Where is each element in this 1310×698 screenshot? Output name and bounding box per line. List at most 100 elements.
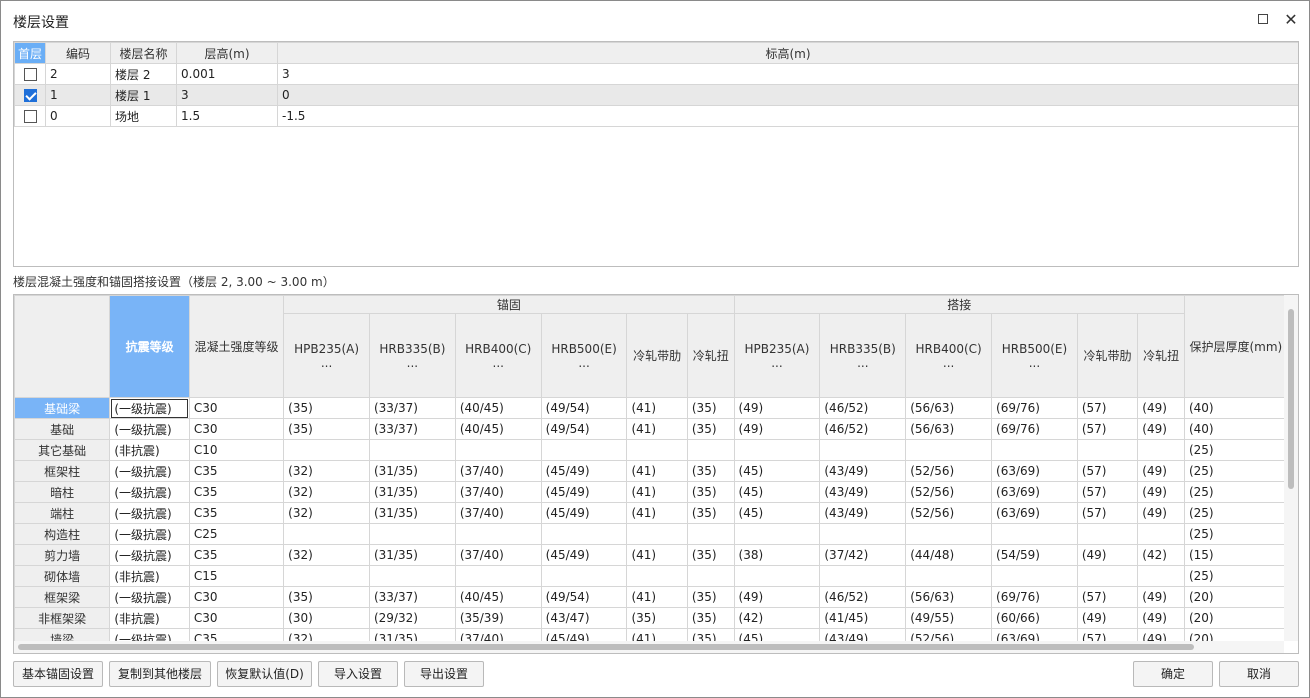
anchor-value-cell[interactable]: (49/54) — [540, 586, 628, 608]
copy-to-other-floors-button[interactable]: 复制到其他楼层 — [109, 661, 211, 687]
lap-value-cell[interactable]: (52/56) — [905, 481, 993, 503]
lap-value-cell[interactable]: (45) — [733, 460, 821, 482]
lap-value-cell[interactable] — [1076, 523, 1139, 545]
expand-ellipsis[interactable]: ... — [994, 356, 1075, 370]
lap-value-cell[interactable]: (57) — [1076, 418, 1139, 440]
lap-value-cell[interactable]: (57) — [1076, 502, 1139, 524]
anchor-value-cell[interactable]: (35) — [283, 418, 370, 440]
concrete-grade-cell[interactable]: C35 — [188, 628, 285, 641]
lap-value-cell[interactable]: (49) — [1137, 460, 1185, 482]
ok-button[interactable]: 确定 — [1133, 661, 1213, 687]
anchor-value-cell[interactable]: (31/35) — [368, 544, 456, 566]
anchor-value-cell[interactable] — [368, 565, 456, 587]
lap-value-cell[interactable]: (57) — [1076, 397, 1139, 419]
anchor-value-cell[interactable]: (31/35) — [368, 460, 456, 482]
anchor-value-cell[interactable]: (35) — [686, 628, 735, 641]
cover-thickness-cell[interactable]: (25) — [1183, 439, 1284, 461]
anchor-value-cell[interactable] — [686, 523, 735, 545]
anchor-value-cell[interactable]: (40/45) — [454, 397, 542, 419]
lap-value-cell[interactable]: (43/49) — [819, 481, 907, 503]
expand-ellipsis[interactable]: ... — [458, 356, 539, 370]
expand-ellipsis[interactable]: ... — [286, 356, 367, 370]
lap-value-cell[interactable]: (49) — [1137, 397, 1185, 419]
anchor-value-cell[interactable] — [368, 439, 456, 461]
lap-value-cell[interactable]: (42) — [733, 607, 821, 629]
lap-value-cell[interactable]: (56/63) — [905, 586, 993, 608]
floor-elevation-cell[interactable]: -1.5 — [277, 105, 1298, 127]
concrete-grade-cell[interactable]: C35 — [188, 544, 285, 566]
cover-thickness-cell[interactable]: (40) — [1183, 397, 1284, 419]
lap-value-cell[interactable]: (37/42) — [819, 544, 907, 566]
anchor-value-cell[interactable]: (35) — [283, 397, 370, 419]
anchor-value-cell[interactable]: (41) — [626, 586, 688, 608]
concrete-grade-cell[interactable]: C30 — [188, 607, 285, 629]
anchor-value-cell[interactable]: (31/35) — [368, 502, 456, 524]
lap-value-cell[interactable]: (49) — [1137, 628, 1185, 641]
anchor-value-cell[interactable]: (32) — [283, 502, 370, 524]
seismic-grade-cell[interactable]: (一级抗震) — [109, 460, 190, 482]
lap-value-cell[interactable] — [1076, 439, 1139, 461]
cover-thickness-cell[interactable]: (15) — [1183, 544, 1284, 566]
seismic-grade-cell[interactable]: (非抗震) — [109, 607, 190, 629]
lap-value-cell[interactable]: (46/52) — [819, 397, 907, 419]
restore-default-button[interactable]: 恢复默认值(D) — [217, 661, 312, 687]
lap-value-cell[interactable]: (69/76) — [991, 397, 1078, 419]
lap-value-cell[interactable]: (63/69) — [991, 628, 1078, 641]
anchor-value-cell[interactable]: (41) — [626, 481, 688, 503]
seismic-grade-cell[interactable]: (一级抗震) — [109, 628, 190, 641]
lap-value-cell[interactable] — [1076, 565, 1139, 587]
floor-name-cell[interactable]: 楼层 1 — [110, 84, 177, 106]
anchor-value-cell[interactable]: (41) — [626, 502, 688, 524]
expand-ellipsis[interactable]: ... — [822, 356, 903, 370]
first-floor-cell[interactable] — [14, 63, 46, 85]
lap-value-cell[interactable]: (63/69) — [991, 460, 1078, 482]
lap-value-cell[interactable] — [1137, 565, 1185, 587]
anchor-value-cell[interactable]: (32) — [283, 628, 370, 641]
cover-thickness-cell[interactable]: (25) — [1183, 565, 1284, 587]
lap-value-cell[interactable]: (45) — [733, 502, 821, 524]
anchor-value-cell[interactable]: (49/54) — [540, 397, 628, 419]
lap-value-cell[interactable] — [1137, 523, 1185, 545]
floor-height-cell[interactable]: 3 — [176, 84, 278, 106]
first-floor-checkbox[interactable] — [23, 68, 37, 81]
floor-elevation-cell[interactable]: 0 — [277, 84, 1298, 106]
floor-name-cell[interactable]: 场地 — [110, 105, 177, 127]
lap-value-cell[interactable]: (52/56) — [905, 460, 993, 482]
concrete-grade-cell[interactable]: C30 — [188, 418, 285, 440]
anchor-value-cell[interactable]: (37/40) — [454, 544, 542, 566]
seismic-grade-cell[interactable]: (一级抗震) — [109, 481, 190, 503]
lap-value-cell[interactable]: (57) — [1076, 481, 1139, 503]
concrete-grade-cell[interactable]: C10 — [188, 439, 285, 461]
anchor-value-cell[interactable] — [540, 439, 628, 461]
anchor-value-cell[interactable] — [626, 439, 688, 461]
anchor-value-cell[interactable]: (37/40) — [454, 481, 542, 503]
lap-value-cell[interactable]: (41/45) — [819, 607, 907, 629]
anchor-value-cell[interactable]: (35) — [686, 502, 735, 524]
anchor-value-cell[interactable]: (33/37) — [368, 418, 456, 440]
anchor-value-cell[interactable]: (40/45) — [454, 418, 542, 440]
floor-name-cell[interactable]: 楼层 2 — [110, 63, 177, 85]
concrete-grade-cell[interactable]: C30 — [188, 397, 285, 419]
lap-value-cell[interactable]: (49) — [1137, 481, 1185, 503]
anchor-value-cell[interactable] — [626, 523, 688, 545]
concrete-grade-cell[interactable]: C35 — [188, 481, 285, 503]
floor-code-cell[interactable]: 2 — [45, 63, 111, 85]
concrete-grade-cell[interactable]: C25 — [188, 523, 285, 545]
expand-ellipsis[interactable]: ... — [737, 356, 818, 370]
lap-value-cell[interactable]: (52/56) — [905, 502, 993, 524]
floor-height-cell[interactable]: 1.5 — [176, 105, 278, 127]
anchor-value-cell[interactable]: (35) — [686, 481, 735, 503]
anchor-value-cell[interactable]: (37/40) — [454, 460, 542, 482]
floor-elevation-cell[interactable]: 3 — [277, 63, 1298, 85]
anchor-value-cell[interactable] — [283, 565, 370, 587]
cancel-button[interactable]: 取消 — [1219, 661, 1299, 687]
first-floor-cell[interactable] — [14, 84, 46, 106]
lap-value-cell[interactable] — [1137, 439, 1185, 461]
anchor-value-cell[interactable]: (32) — [283, 460, 370, 482]
anchor-value-cell[interactable]: (41) — [626, 418, 688, 440]
lap-value-cell[interactable]: (52/56) — [905, 628, 993, 641]
import-settings-button[interactable]: 导入设置 — [318, 661, 398, 687]
lap-value-cell[interactable] — [733, 439, 821, 461]
anchor-value-cell[interactable]: (35) — [686, 586, 735, 608]
anchor-value-cell[interactable] — [454, 439, 542, 461]
